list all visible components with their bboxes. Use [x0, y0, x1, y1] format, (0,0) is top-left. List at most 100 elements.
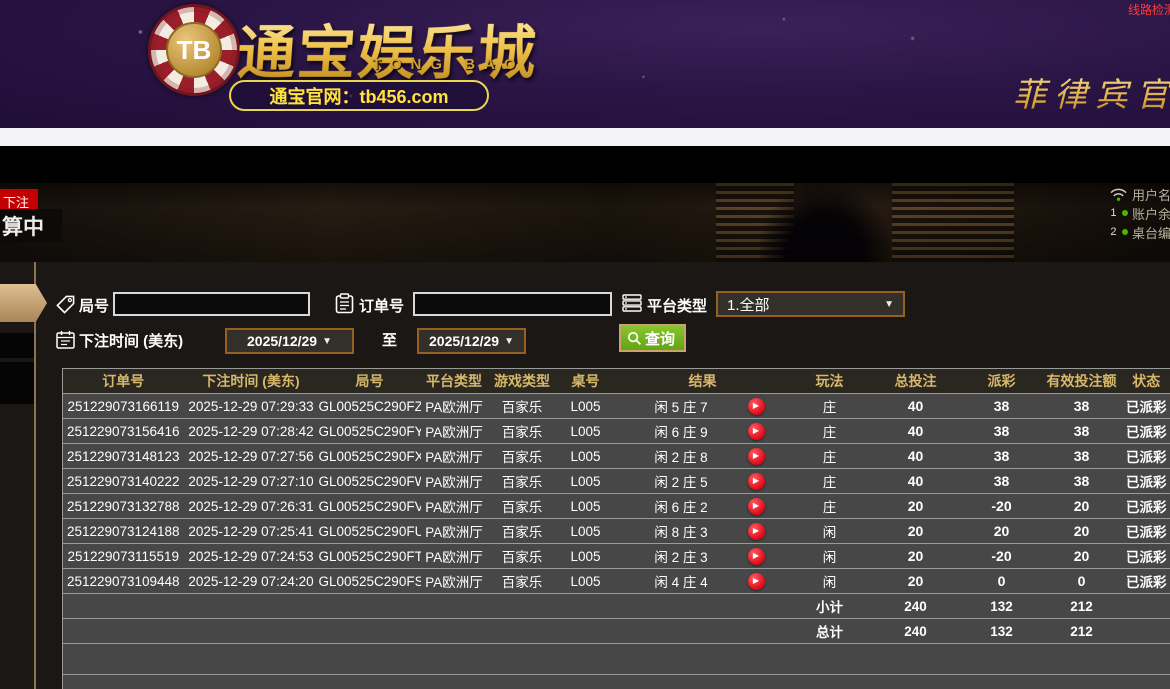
game-info-label: 桌台编号 [1132, 223, 1170, 242]
cell-round: GL00525C290FT [319, 544, 421, 569]
sum-spacer [63, 619, 791, 644]
vignette-overlay [0, 183, 1170, 262]
game-info-label: 用户名称 [1132, 185, 1170, 204]
cell-valid-bet: 20 [1041, 494, 1123, 519]
cell-payout: 38 [963, 469, 1041, 494]
game-info-list: 用户名称 1 账户余额 2 桌台编号 [1109, 185, 1170, 241]
result-text: 闲 2 庄 5 [615, 471, 748, 491]
sum-label: 小计 [791, 594, 869, 619]
replay-play-icon[interactable]: ▶ [748, 523, 765, 540]
cell-game-type: 百家乐 [488, 569, 557, 594]
replay-play-icon[interactable]: ▶ [748, 423, 765, 440]
replay-play-icon[interactable]: ▶ [748, 398, 765, 415]
cell-valid-bet: 20 [1041, 519, 1123, 544]
clipboard-icon [335, 293, 354, 314]
cell-order: 251229073132788 [63, 494, 184, 519]
cell-table-no: L005 [557, 444, 615, 469]
cell-total-bet: 40 [869, 394, 963, 419]
sidebar-stub [0, 333, 34, 358]
table-row: 2512290731661192025-12-29 07:29:33GL0052… [63, 394, 1170, 419]
cell-payout: 38 [963, 419, 1041, 444]
cell-round: GL00525C290FU [319, 519, 421, 544]
game-info-row: 用户名称 [1109, 185, 1170, 203]
col-header: 平台类型 [421, 369, 488, 394]
cell-valid-bet: 38 [1041, 444, 1123, 469]
cell-status: 已派彩 [1123, 519, 1170, 544]
replay-play-icon[interactable]: ▶ [748, 498, 765, 515]
empty-cell [63, 675, 1170, 689]
bet-time-filter-label: 下注时间 (美东) [79, 330, 183, 351]
cell-platform: PA欧洲厅 [421, 494, 488, 519]
replay-play-icon[interactable]: ▶ [748, 448, 765, 465]
cell-status: 已派彩 [1123, 419, 1170, 444]
round-filter-label: 局号 [79, 295, 109, 316]
cell-table-no: L005 [557, 419, 615, 444]
cell-payout: 0 [963, 569, 1041, 594]
table-row: 2512290731564162025-12-29 07:28:42GL0052… [63, 419, 1170, 444]
cell-table-no: L005 [557, 494, 615, 519]
cell-table-no: L005 [557, 569, 615, 594]
cell-play-type: 闲 [791, 519, 869, 544]
cell-total-bet: 20 [869, 519, 963, 544]
cell-valid-bet: 38 [1041, 419, 1123, 444]
date-from-select[interactable]: 2025/12/29 ▼ [225, 328, 354, 354]
replay-play-icon[interactable]: ▶ [748, 573, 765, 590]
cell-result: 闲 6 庄 2▶ [615, 494, 791, 519]
cell-total-bet: 40 [869, 469, 963, 494]
brand-title: 通宝娱乐城 [235, 6, 541, 90]
cell-platform: PA欧洲厅 [421, 569, 488, 594]
cell-bet-time: 2025-12-29 07:28:42 [184, 419, 319, 444]
cell-platform: PA欧洲厅 [421, 519, 488, 544]
cell-play-type: 庄 [791, 419, 869, 444]
chip-monogram: TB [166, 22, 222, 78]
col-header: 派彩 [963, 369, 1041, 394]
bet-records-table: 订单号下注时间 (美东)局号平台类型游戏类型桌号结果玩法总投注派彩有效投注额状态… [62, 368, 1170, 689]
cell-bet-time: 2025-12-29 07:24:20 [184, 569, 319, 594]
calligraphy-text: 菲律宾官方 [1013, 68, 1170, 116]
cell-order: 251229073148123 [63, 444, 184, 469]
platform-server-icon [622, 294, 642, 312]
cell-valid-bet: 38 [1041, 394, 1123, 419]
line-check-link[interactable]: 线路检测 [1128, 1, 1170, 16]
table-row: 2512290731155192025-12-29 07:24:53GL0052… [63, 544, 1170, 569]
table-row: 2512290731402222025-12-29 07:27:10GL0052… [63, 469, 1170, 494]
cell-bet-time: 2025-12-29 07:29:33 [184, 394, 319, 419]
cell-play-type: 庄 [791, 394, 869, 419]
platform-select[interactable]: 1.全部 ▼ [716, 291, 905, 317]
sum-total-bet: 240 [869, 619, 963, 644]
cell-result: 闲 6 庄 9▶ [615, 419, 791, 444]
order-input[interactable] [413, 292, 612, 316]
cell-play-type: 庄 [791, 469, 869, 494]
cell-bet-time: 2025-12-29 07:27:10 [184, 469, 319, 494]
col-header: 总投注 [869, 369, 963, 394]
total-row: 总计240132212 [63, 619, 1170, 644]
query-button[interactable]: 查询 [619, 324, 686, 352]
col-header: 玩法 [791, 369, 869, 394]
cell-result: 闲 4 庄 4▶ [615, 569, 791, 594]
date-to-select[interactable]: 2025/12/29 ▼ [417, 328, 526, 354]
status-dot-icon [1122, 210, 1128, 216]
cell-payout: 38 [963, 394, 1041, 419]
cell-round: GL00525C290FV [319, 494, 421, 519]
game-info-num: 1 [1109, 207, 1118, 219]
sidebar-collapse-tab[interactable] [0, 284, 47, 322]
cell-round: GL00525C290FW [319, 469, 421, 494]
cell-bet-time: 2025-12-29 07:27:56 [184, 444, 319, 469]
cell-payout: -20 [963, 544, 1041, 569]
cell-result: 闲 5 庄 7▶ [615, 394, 791, 419]
cell-bet-time: 2025-12-29 07:25:41 [184, 519, 319, 544]
result-text: 闲 5 庄 7 [615, 396, 748, 416]
cell-order: 251229073115519 [63, 544, 184, 569]
col-header: 游戏类型 [488, 369, 557, 394]
date-to-value: 2025/12/29 [429, 333, 499, 349]
date-range-to-label: 至 [382, 329, 397, 350]
platform-filter-label: 平台类型 [647, 295, 707, 316]
sum-spacer [63, 594, 791, 619]
live-game-strip: 下注 算中 用户名称 1 账户余额 2 桌台编号 [0, 183, 1170, 262]
cell-round: GL00525C290FZ [319, 394, 421, 419]
round-input[interactable] [113, 292, 310, 316]
replay-play-icon[interactable]: ▶ [748, 548, 765, 565]
cell-status: 已派彩 [1123, 544, 1170, 569]
table-row: 2512290731327882025-12-29 07:26:31GL0052… [63, 494, 1170, 519]
replay-play-icon[interactable]: ▶ [748, 473, 765, 490]
